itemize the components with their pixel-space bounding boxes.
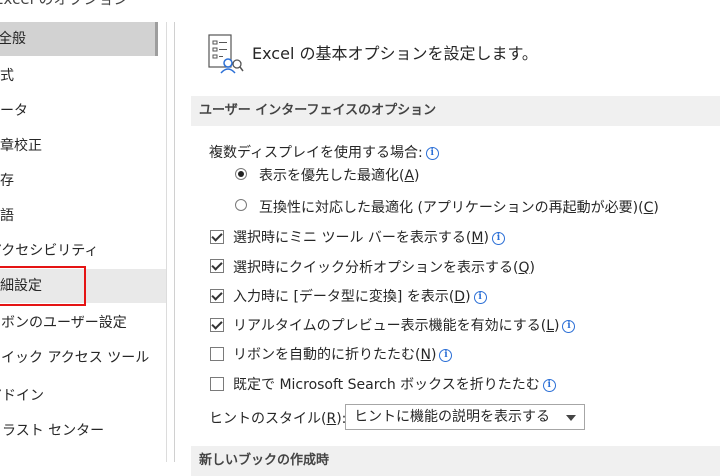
radio-text: 表示を優先した最適化( <box>259 168 405 184</box>
options-panel: Excel の基本オプションを設定します。 ユーザー インターフェイスのオプショ… <box>175 22 720 476</box>
access-key: R <box>326 411 337 427</box>
sidebar-item-accessibility[interactable]: アクセシビリティ <box>0 234 154 268</box>
radio-text: 互換性に対応した最適化 (アプリケーションの再起動が必要)( <box>259 200 644 216</box>
sidebar-item-general[interactable]: 全般 <box>0 22 158 56</box>
tooltip-text: ヒントのスタイル( <box>209 411 327 427</box>
sidebar-item-data[interactable]: データ <box>0 94 152 128</box>
access-key: Q <box>518 260 530 276</box>
access-key: D <box>454 289 466 305</box>
paren: ) <box>554 318 560 334</box>
checkbox-collapse-search-label[interactable]: 既定で Microsoft Search ボックスを折りたたむ i <box>233 374 556 394</box>
info-icon[interactable]: i <box>562 320 576 333</box>
radio-optimize-display[interactable] <box>235 168 247 180</box>
access-key: A <box>404 168 415 184</box>
sidebar-item-save[interactable]: 保存 <box>0 164 152 198</box>
sidebar-item-customize-ribbon[interactable]: リボンのユーザー設定 <box>0 306 153 340</box>
checkbox-mini-toolbar[interactable] <box>210 230 224 244</box>
check-text: 選択時にクイック分析オプションを表示する( <box>233 260 519 276</box>
paren: ) <box>483 230 489 246</box>
sidebar-item-advanced[interactable]: 詳細設定 <box>0 269 166 303</box>
access-key: L <box>546 318 554 334</box>
window-title: Excel のオプション <box>0 0 129 9</box>
sidebar-item-proofing[interactable]: 文章校正 <box>0 129 152 163</box>
checkbox-collapse-search[interactable] <box>210 377 224 391</box>
paren: ) <box>414 168 420 184</box>
check-text: 入力時に [データ型に変換] を表示( <box>233 289 455 305</box>
check-text: リアルタイムのプレビュー表示機能を有効にする( <box>233 318 547 334</box>
multi-display-label: 複数ディスプレイを使用する場合: i <box>209 142 439 162</box>
check-text: 既定で Microsoft Search ボックスを折りたたむ <box>233 377 540 393</box>
tooltip-style-select[interactable]: ヒントに機能の説明を表示する <box>345 404 585 430</box>
paren: ) <box>653 200 659 216</box>
sidebar-item-addins[interactable]: アドイン <box>0 379 154 413</box>
tooltip-style-value: ヒントに機能の説明を表示する <box>354 409 550 425</box>
radio-optimize-compat-label[interactable]: 互換性に対応した最適化 (アプリケーションの再起動が必要)(C) <box>259 197 659 217</box>
radio-optimize-display-label[interactable]: 表示を優先した最適化(A) <box>259 165 420 185</box>
paren: ) <box>465 289 471 305</box>
multi-display-text: 複数ディスプレイを使用する場合: <box>209 145 423 161</box>
section-header-ui-options: ユーザー インターフェイスのオプション <box>191 96 720 126</box>
page-title: Excel の基本オプションを設定します。 <box>252 44 538 63</box>
access-key: M <box>471 230 484 246</box>
sidebar: 全般 数式 データ 文章校正 保存 言語 アクセシビリティ 詳細設定 リボンのユ… <box>0 22 167 462</box>
checkbox-mini-toolbar-label[interactable]: 選択時にミニ ツール バーを表示する(M) i <box>233 227 505 247</box>
tooltip-style-label: ヒントのスタイル(R): <box>209 408 346 428</box>
info-icon[interactable]: i <box>491 232 505 245</box>
paren: ) <box>529 260 535 276</box>
info-icon[interactable]: i <box>542 379 556 392</box>
sidebar-item-language[interactable]: 言語 <box>0 199 152 233</box>
sidebar-item-trust-center[interactable]: トラスト センター <box>0 414 154 448</box>
options-icon <box>208 34 244 82</box>
access-key: C <box>643 200 654 216</box>
checkbox-live-preview[interactable] <box>210 318 224 332</box>
paren: ) <box>430 347 437 363</box>
checkbox-collapse-ribbon[interactable] <box>210 347 224 361</box>
sidebar-item-formulas[interactable]: 数式 <box>0 59 152 93</box>
sidebar-item-quick-access-toolbar[interactable]: クイック アクセス ツール バー <box>0 341 153 375</box>
section-header-new-workbook: 新しいブックの作成時 <box>191 446 720 476</box>
info-icon[interactable]: i <box>473 291 487 304</box>
chevron-down-icon <box>566 415 576 421</box>
checkbox-data-type[interactable] <box>210 289 224 303</box>
checkbox-quick-analysis-label[interactable]: 選択時にクイック分析オプションを表示する(Q) <box>233 257 535 277</box>
access-key: N <box>420 347 431 363</box>
radio-optimize-compat[interactable] <box>235 199 247 211</box>
checkbox-quick-analysis[interactable] <box>210 259 224 273</box>
check-text: 選択時にミニ ツール バーを表示する( <box>233 230 472 246</box>
info-icon[interactable]: i <box>439 349 453 362</box>
checkbox-data-type-label[interactable]: 入力時に [データ型に変換] を表示(D) i <box>233 286 487 306</box>
checkbox-collapse-ribbon-label[interactable]: リボンを自動的に折りたたむ(N) i <box>233 344 453 364</box>
check-text: リボンを自動的に折りたたむ( <box>233 347 421 363</box>
info-icon[interactable]: i <box>425 147 439 160</box>
checkbox-live-preview-label[interactable]: リアルタイムのプレビュー表示機能を有効にする(L) i <box>233 315 576 335</box>
